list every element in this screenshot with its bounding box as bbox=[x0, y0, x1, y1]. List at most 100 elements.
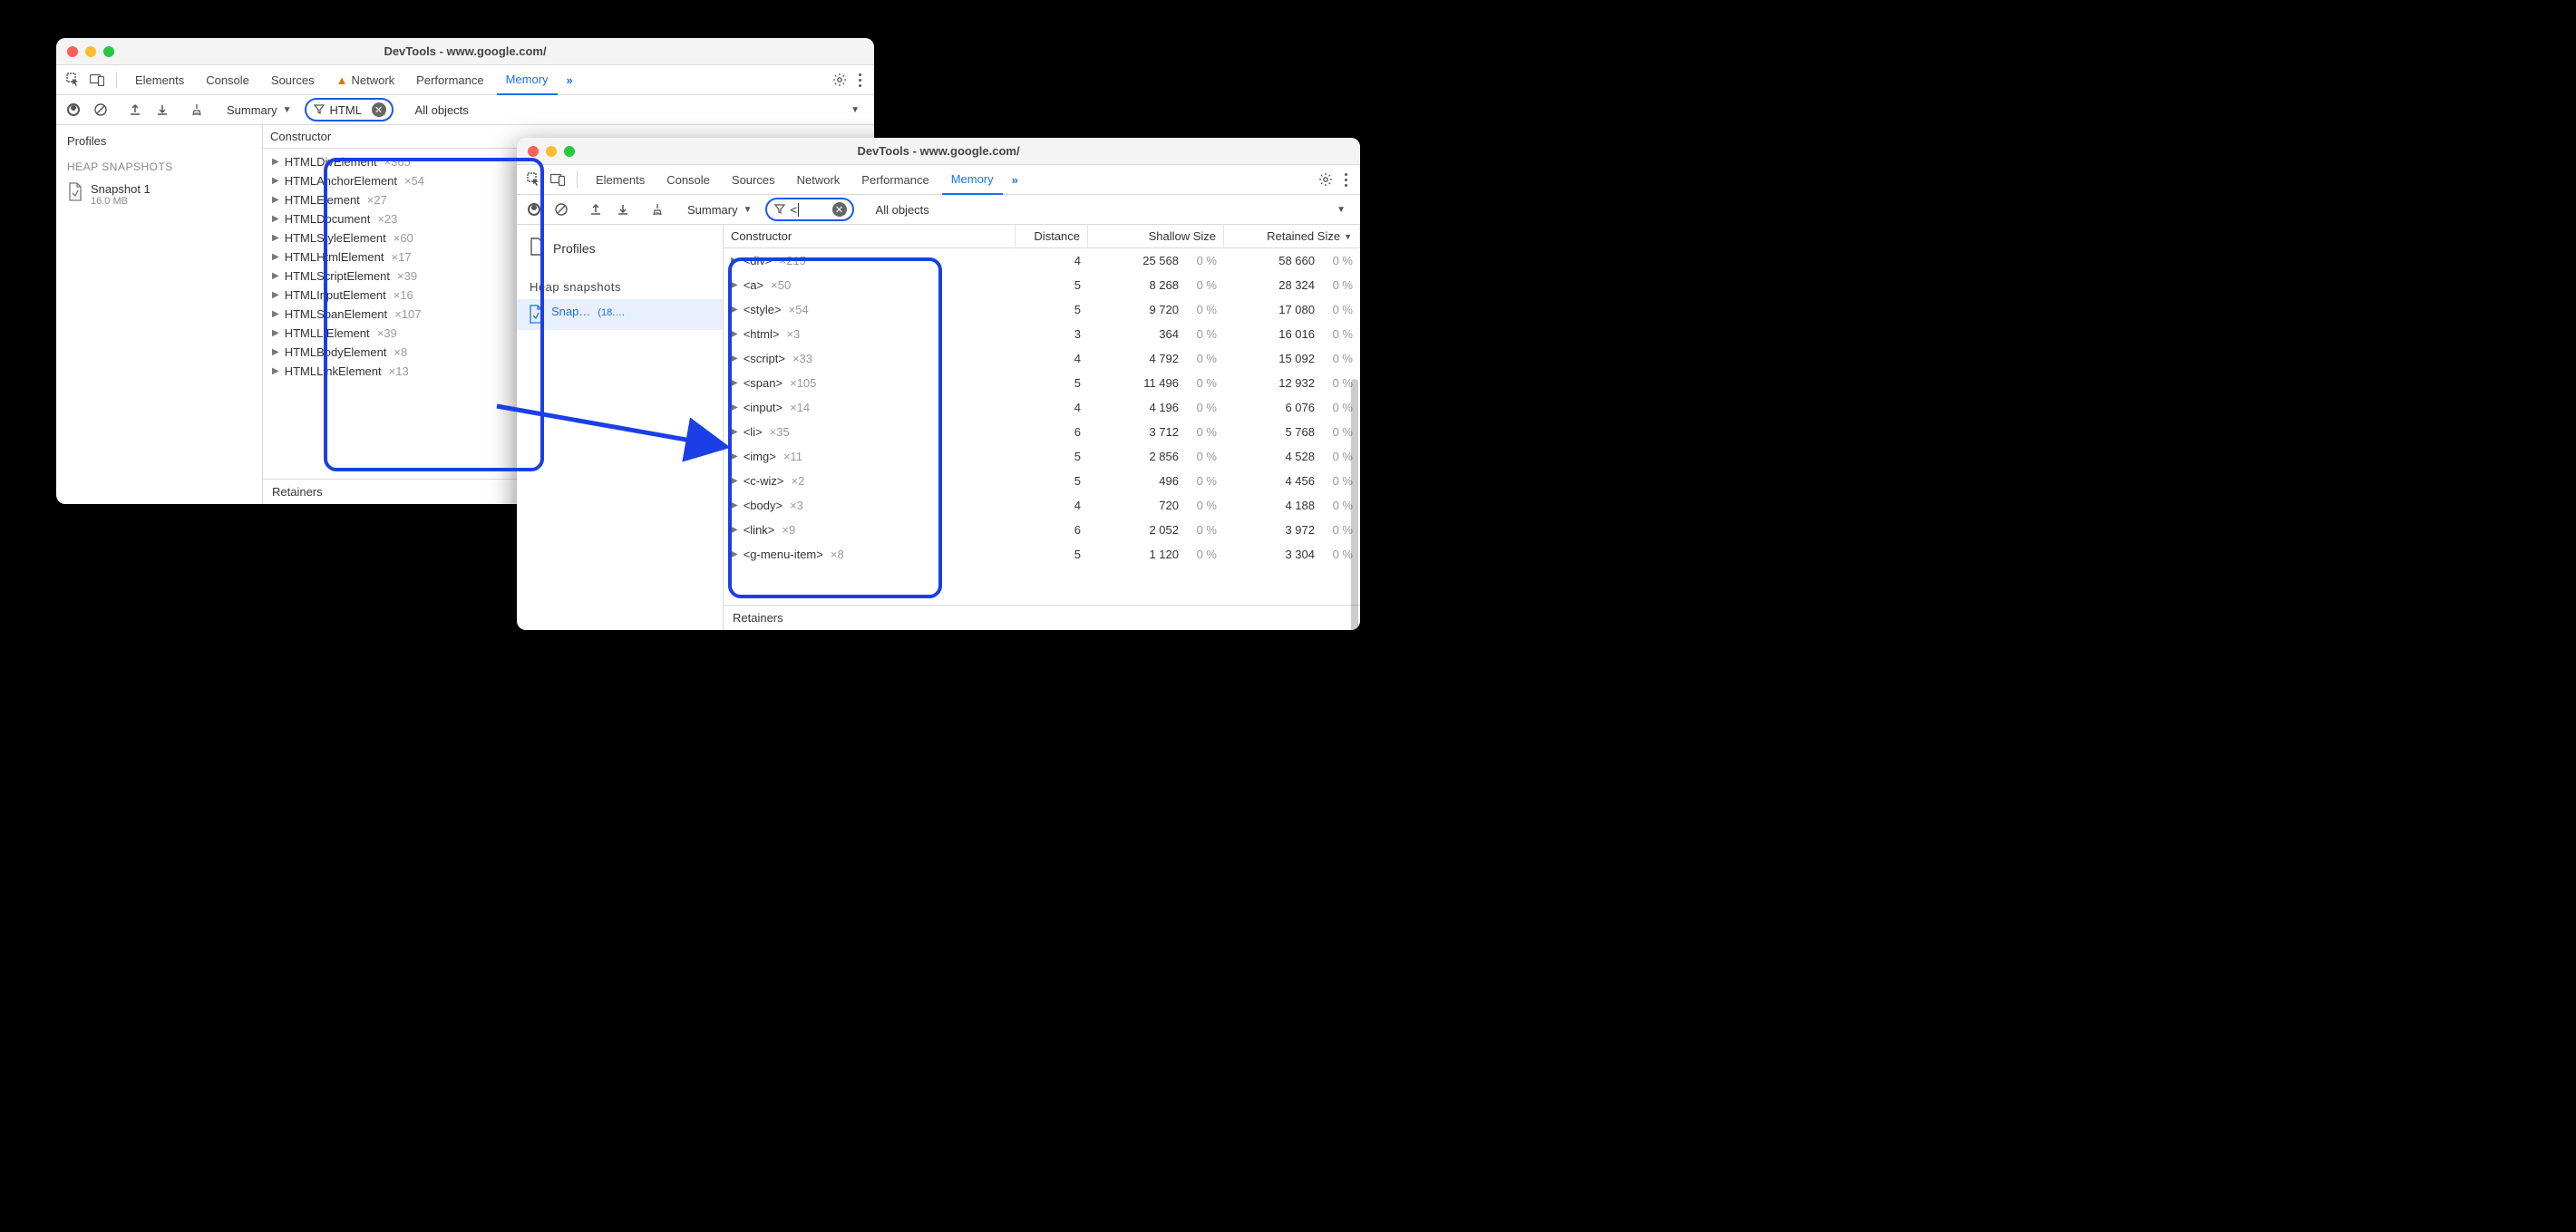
snapshot-item[interactable]: Snapshot 1 16.0 MB bbox=[56, 177, 262, 212]
table-row[interactable]: ▶<body>×347200 %4 1880 % bbox=[724, 493, 1360, 518]
object-filter-select[interactable]: All objects bbox=[870, 203, 935, 217]
constructor-count: ×60 bbox=[394, 231, 413, 245]
table-row[interactable]: ▶<img>×1152 8560 %4 5280 % bbox=[724, 444, 1360, 469]
constructor-count: ×39 bbox=[377, 326, 397, 340]
load-icon[interactable] bbox=[125, 100, 145, 120]
retainers-panel-header[interactable]: Retainers bbox=[724, 605, 1360, 630]
table-row[interactable]: ▶<div>×215425 5680 %58 6600 % bbox=[724, 248, 1360, 273]
retained-pct: 0 % bbox=[1322, 401, 1353, 414]
tab-performance[interactable]: Performance bbox=[852, 165, 938, 195]
clear-icon[interactable] bbox=[91, 100, 111, 120]
device-toolbar-icon[interactable] bbox=[87, 70, 107, 90]
tab-network[interactable]: ▲Network bbox=[327, 65, 404, 95]
disclosure-triangle-icon: ▶ bbox=[731, 329, 738, 339]
disclosure-triangle-icon: ▶ bbox=[272, 271, 279, 281]
table-row[interactable]: ▶<a>×5058 2680 %28 3240 % bbox=[724, 273, 1360, 297]
snapshot-item[interactable]: Snap… (18.… bbox=[517, 299, 723, 330]
more-tabs-icon[interactable]: » bbox=[561, 73, 578, 87]
object-filter-select[interactable]: All objects bbox=[410, 103, 474, 117]
constructor-count: ×50 bbox=[771, 278, 791, 292]
constructor-count: ×107 bbox=[394, 307, 421, 321]
constructor-count: ×365 bbox=[384, 155, 411, 169]
shallow-size-cell: 3 712 bbox=[1149, 425, 1179, 439]
save-icon[interactable] bbox=[152, 100, 172, 120]
save-icon[interactable] bbox=[613, 199, 633, 219]
chevron-down-icon[interactable]: ▼ bbox=[1337, 205, 1353, 215]
col-distance[interactable]: Distance bbox=[1016, 225, 1088, 247]
table-row[interactable]: ▶<link>×962 0520 %3 9720 % bbox=[724, 518, 1360, 542]
table-row[interactable]: ▶<span>×105511 4960 %12 9320 % bbox=[724, 371, 1360, 395]
tab-performance[interactable]: Performance bbox=[407, 65, 492, 95]
clear-icon[interactable] bbox=[551, 199, 571, 219]
more-tabs-icon[interactable]: » bbox=[1006, 173, 1024, 187]
shallow-size-cell: 2 856 bbox=[1149, 450, 1179, 463]
disclosure-triangle-icon: ▶ bbox=[272, 366, 279, 376]
gc-broom-icon[interactable] bbox=[647, 199, 667, 219]
device-toolbar-icon[interactable] bbox=[548, 170, 568, 189]
disclosure-triangle-icon: ▶ bbox=[731, 427, 738, 437]
chevron-down-icon[interactable]: ▼ bbox=[851, 105, 867, 115]
class-filter-input[interactable]: < ✕ bbox=[765, 198, 854, 221]
retained-pct: 0 % bbox=[1322, 352, 1353, 365]
disclosure-triangle-icon: ▶ bbox=[272, 176, 279, 186]
constructor-count: ×14 bbox=[790, 401, 810, 414]
tab-console[interactable]: Console bbox=[657, 165, 719, 195]
constructor-name: HTMLDocument bbox=[285, 212, 371, 226]
constructor-count: ×17 bbox=[392, 250, 412, 264]
table-row[interactable]: ▶<input>×1444 1960 %6 0760 % bbox=[724, 395, 1360, 420]
constructor-tag: <div> bbox=[744, 254, 773, 267]
view-mode-select[interactable]: Summary▼ bbox=[682, 203, 758, 217]
col-constructor[interactable]: Constructor bbox=[724, 225, 1016, 247]
shallow-size-cell: 11 496 bbox=[1143, 376, 1179, 390]
shallow-pct: 0 % bbox=[1186, 548, 1217, 561]
col-shallow-size[interactable]: Shallow Size bbox=[1088, 225, 1224, 247]
tab-elements[interactable]: Elements bbox=[587, 165, 654, 195]
memory-toolbar: Summary▼ < ✕ All objects ▼ bbox=[517, 195, 1360, 225]
shallow-size-cell: 496 bbox=[1159, 474, 1179, 488]
constructor-tag: <link> bbox=[744, 523, 775, 537]
retained-size-cell: 28 324 bbox=[1278, 278, 1315, 292]
snapshot-name: Snap… bbox=[551, 305, 590, 318]
tab-memory[interactable]: Memory bbox=[942, 165, 1003, 195]
chevron-down-icon: ▼ bbox=[283, 105, 292, 115]
settings-gear-icon[interactable] bbox=[1316, 170, 1336, 189]
kebab-menu-icon[interactable] bbox=[853, 73, 867, 87]
table-row[interactable]: ▶<c-wiz>×254960 %4 4560 % bbox=[724, 469, 1360, 493]
disclosure-triangle-icon: ▶ bbox=[272, 328, 279, 338]
tab-sources[interactable]: Sources bbox=[723, 165, 784, 195]
titlebar: DevTools - www.google.com/ bbox=[517, 138, 1360, 165]
constructor-count: ×2 bbox=[792, 474, 805, 488]
table-row[interactable]: ▶<style>×5459 7200 %17 0800 % bbox=[724, 297, 1360, 322]
retained-pct: 0 % bbox=[1322, 474, 1353, 488]
disclosure-triangle-icon: ▶ bbox=[731, 500, 738, 510]
record-icon[interactable] bbox=[524, 199, 544, 219]
distance-cell: 5 bbox=[1016, 450, 1088, 463]
tab-network[interactable]: Network bbox=[788, 165, 850, 195]
view-mode-select[interactable]: Summary▼ bbox=[221, 103, 297, 117]
tab-memory[interactable]: Memory bbox=[497, 65, 558, 95]
memory-toolbar: Summary▼ HTML ✕ All objects ▼ bbox=[56, 95, 874, 125]
tab-sources[interactable]: Sources bbox=[262, 65, 324, 95]
table-row[interactable]: ▶<html>×333640 %16 0160 % bbox=[724, 322, 1360, 346]
clear-filter-icon[interactable]: ✕ bbox=[832, 202, 847, 217]
record-icon[interactable] bbox=[63, 100, 83, 120]
col-retained-size[interactable]: Retained Size▼ bbox=[1224, 225, 1360, 247]
class-filter-input[interactable]: HTML ✕ bbox=[305, 98, 394, 121]
filter-value: < bbox=[791, 203, 827, 217]
disclosure-triangle-icon: ▶ bbox=[731, 525, 738, 535]
inspect-element-icon[interactable] bbox=[524, 170, 544, 189]
tab-console[interactable]: Console bbox=[197, 65, 258, 95]
inspect-element-icon[interactable] bbox=[63, 70, 83, 90]
table-row[interactable]: ▶<script>×3344 7920 %15 0920 % bbox=[724, 346, 1360, 371]
scrollbar[interactable] bbox=[1351, 379, 1358, 630]
table-row[interactable]: ▶<g-menu-item>×851 1200 %3 3040 % bbox=[724, 542, 1360, 567]
filter-icon bbox=[314, 103, 325, 117]
settings-gear-icon[interactable] bbox=[830, 70, 850, 90]
clear-filter-icon[interactable]: ✕ bbox=[372, 102, 386, 117]
tab-elements[interactable]: Elements bbox=[126, 65, 193, 95]
distance-cell: 4 bbox=[1016, 401, 1088, 414]
load-icon[interactable] bbox=[586, 199, 606, 219]
table-row[interactable]: ▶<li>×3563 7120 %5 7680 % bbox=[724, 420, 1360, 444]
kebab-menu-icon[interactable] bbox=[1339, 173, 1353, 187]
gc-broom-icon[interactable] bbox=[187, 100, 207, 120]
